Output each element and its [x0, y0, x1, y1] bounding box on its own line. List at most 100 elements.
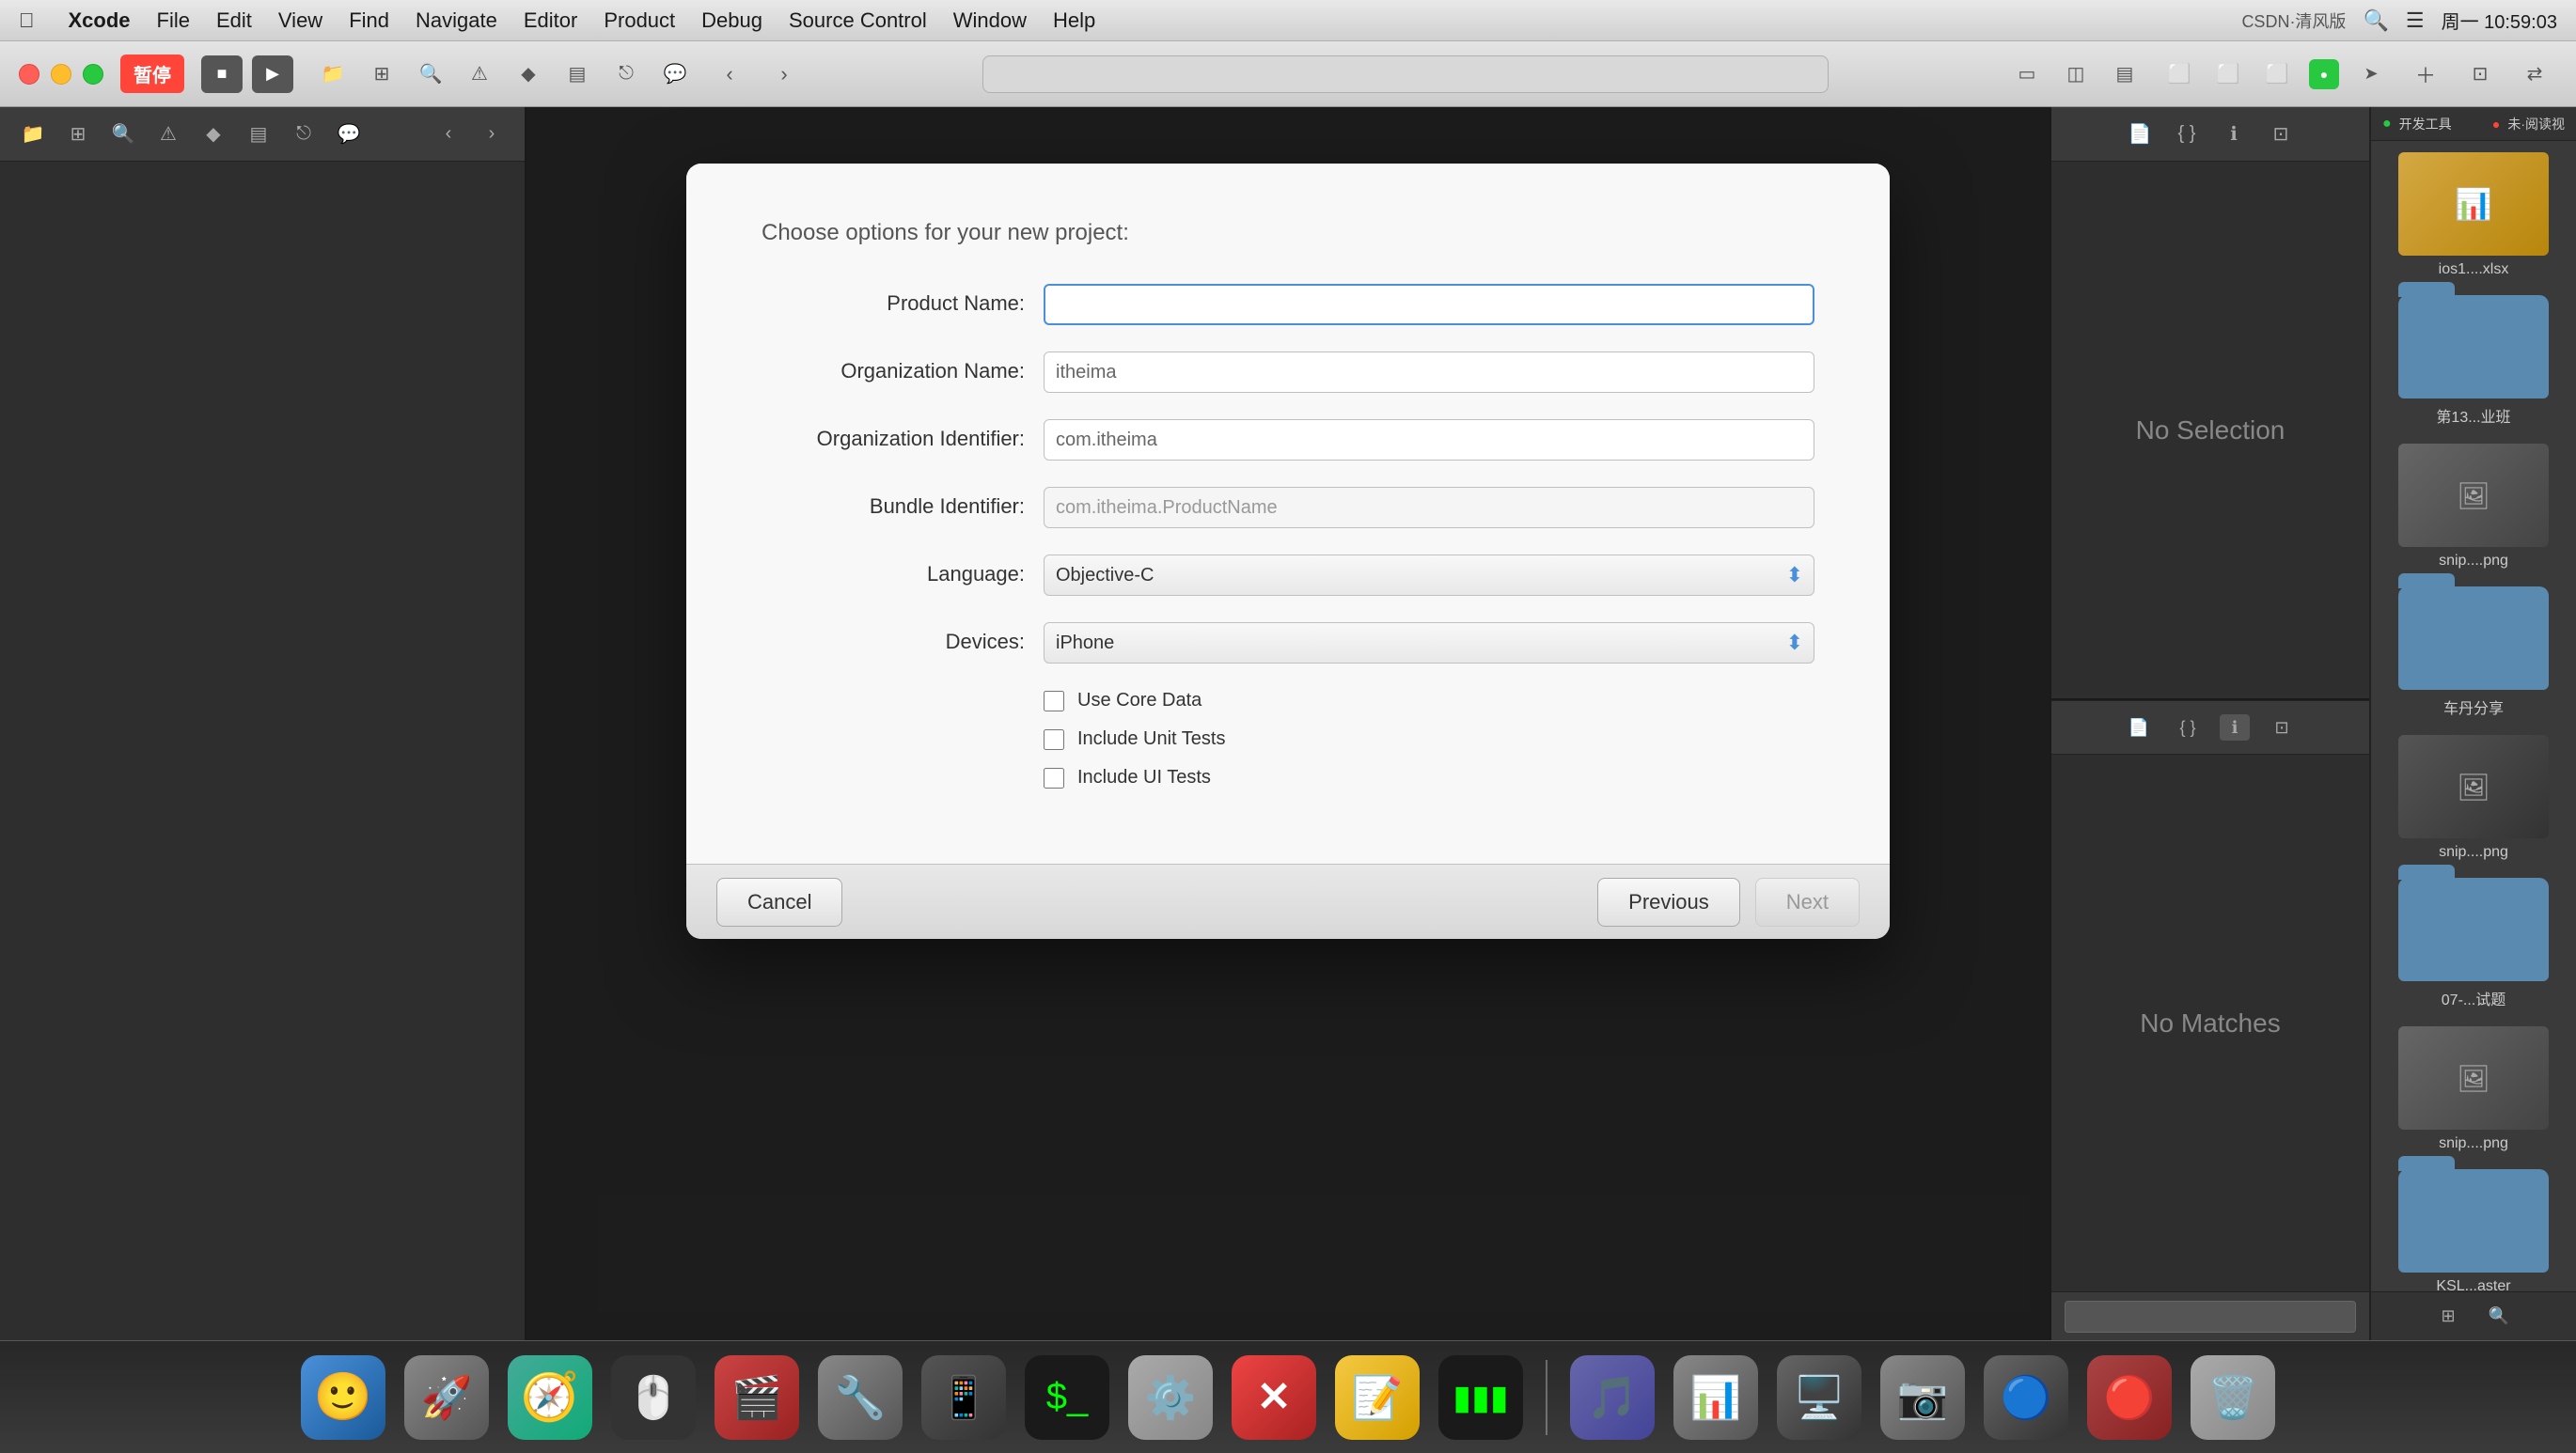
dock-cursor[interactable]: 🖱️ [611, 1355, 696, 1440]
nav-folder-icon[interactable]: 📁 [310, 54, 355, 95]
org-identifier-input[interactable] [1044, 419, 1814, 461]
file-item-folder07[interactable]: 07-...试题 [2379, 878, 2568, 1009]
left-nav-btn-6[interactable]: ▤ [241, 117, 276, 152]
menu-help[interactable]: Help [1053, 8, 1095, 33]
swap-icon[interactable]: ⇄ [2512, 54, 2557, 95]
nav-prev-btn[interactable]: ‹ [431, 117, 466, 152]
run-button[interactable]: ▶ [252, 55, 293, 93]
nav-link-icon[interactable]: ⎋ [604, 54, 649, 95]
product-name-input[interactable] [1044, 284, 1814, 325]
org-name-input[interactable] [1044, 352, 1814, 393]
dock-tools[interactable]: 🔧 [818, 1355, 903, 1440]
rp-bottom-btn-1[interactable]: 📄 [2122, 711, 2156, 744]
file-item-snip2[interactable]: 🖼 snip....png [2379, 735, 2568, 861]
dock-finder[interactable]: 🙂 [301, 1355, 385, 1440]
dock-app2[interactable]: 📊 [1673, 1355, 1758, 1440]
notification-circle[interactable]: ● [2309, 59, 2339, 89]
dock-terminal2[interactable]: ▮▮▮ [1438, 1355, 1523, 1440]
next-button[interactable]: Next [1755, 878, 1860, 927]
menu-product[interactable]: Product [604, 8, 675, 33]
rp-btn-2[interactable]: { } [2170, 117, 2204, 151]
file-item-xlsx[interactable]: 📊 ios1....xlsx [2379, 152, 2568, 278]
dock-notes[interactable]: 📝 [1335, 1355, 1420, 1440]
file-item-folder1[interactable]: 第13...业班 [2379, 295, 2568, 427]
menu-editor[interactable]: Editor [524, 8, 577, 33]
dock-app3[interactable]: 🖥️ [1777, 1355, 1861, 1440]
nav-grid-icon[interactable]: ⊞ [359, 54, 404, 95]
rp-btn-3[interactable]: ℹ [2217, 117, 2251, 151]
nav-forward-button[interactable]: › [762, 54, 807, 95]
menu-edit[interactable]: Edit [216, 8, 252, 33]
left-nav-btn-8[interactable]: 💬 [331, 117, 367, 152]
plus-icon[interactable]: ＋ [2403, 54, 2448, 95]
left-nav-btn-1[interactable]: 📁 [15, 117, 51, 152]
nav-search-icon[interactable]: 🔍 [408, 54, 453, 95]
screen-icon[interactable]: ⊡ [2458, 54, 2503, 95]
toggle-standard-editor[interactable]: ▭ [2004, 54, 2050, 95]
rp-bottom-btn-3[interactable]: ℹ [2220, 714, 2250, 741]
nav-back-button[interactable]: ‹ [707, 54, 752, 95]
left-nav-btn-7[interactable]: ⎋ [286, 117, 322, 152]
toggle-left-panel-btn[interactable]: ⬜ [2157, 54, 2202, 95]
rp-bottom-btn-4[interactable]: ⊡ [2265, 711, 2299, 744]
dock-launchpad[interactable]: 🚀 [404, 1355, 489, 1440]
dock-app4[interactable]: 📷 [1880, 1355, 1965, 1440]
stop-button[interactable]: ■ [201, 55, 243, 93]
left-nav-btn-3[interactable]: 🔍 [105, 117, 141, 152]
far-bottom-btn-2[interactable]: 🔍 [2482, 1300, 2516, 1334]
dock-preferences[interactable]: ⚙️ [1128, 1355, 1213, 1440]
previous-button[interactable]: Previous [1597, 878, 1740, 927]
dock-app1[interactable]: 🎵 [1570, 1355, 1655, 1440]
dock-app6[interactable]: 🔴 [2087, 1355, 2172, 1440]
use-core-data-checkbox[interactable] [1044, 691, 1064, 711]
minimize-button[interactable] [51, 64, 71, 85]
nav-next-btn[interactable]: › [474, 117, 510, 152]
nav-report-icon[interactable]: ▤ [555, 54, 600, 95]
menu-source-control[interactable]: Source Control [789, 8, 927, 33]
arrow-icon[interactable]: ➤ [2348, 54, 2394, 95]
left-nav-btn-4[interactable]: ⚠ [150, 117, 186, 152]
file-item-snip1[interactable]: 🖼 snip....png [2379, 444, 2568, 570]
language-select[interactable]: Objective-C Swift [1044, 555, 1814, 596]
file-item-folder-ksl[interactable]: KSL...aster [2379, 1169, 2568, 1291]
rp-bottom-btn-2[interactable]: { } [2171, 711, 2205, 744]
toggle-bottom-panel-btn[interactable]: ⬜ [2206, 54, 2251, 95]
close-button[interactable] [19, 64, 39, 85]
rp-btn-4[interactable]: ⊡ [2264, 117, 2298, 151]
dock-terminal[interactable]: $_ [1025, 1355, 1109, 1440]
toggle-version-editor[interactable]: ▤ [2102, 54, 2147, 95]
apple-menu[interactable]:  [19, 8, 35, 33]
search-bar[interactable] [982, 55, 1829, 93]
file-item-folder-chetan[interactable]: 车丹分享 [2379, 586, 2568, 718]
menu-navigate[interactable]: Navigate [416, 8, 497, 33]
include-ui-tests-checkbox[interactable] [1044, 768, 1064, 789]
list-icon[interactable]: ☰ [2406, 8, 2425, 33]
rp-btn-1[interactable]: 📄 [2123, 117, 2157, 151]
dock-safari[interactable]: 🧭 [508, 1355, 592, 1440]
menu-file[interactable]: File [157, 8, 190, 33]
left-nav-btn-2[interactable]: ⊞ [60, 117, 96, 152]
dock-app5[interactable]: 🔵 [1984, 1355, 2068, 1440]
dock-phone[interactable]: 📱 [921, 1355, 1006, 1440]
dock-movie[interactable]: 🎬 [715, 1355, 799, 1440]
nav-comment-icon[interactable]: 💬 [652, 54, 698, 95]
menu-debug[interactable]: Debug [701, 8, 762, 33]
maximize-button[interactable] [83, 64, 103, 85]
menu-view[interactable]: View [278, 8, 322, 33]
left-nav-btn-5[interactable]: ◆ [196, 117, 231, 152]
dock-trash[interactable]: 🗑️ [2191, 1355, 2275, 1440]
menu-window[interactable]: Window [953, 8, 1027, 33]
menu-xcode[interactable]: Xcode [69, 8, 131, 33]
file-item-snip3[interactable]: 🖼 snip....png [2379, 1026, 2568, 1152]
cancel-button[interactable]: Cancel [716, 878, 842, 927]
toggle-right-panel-btn[interactable]: ⬜ [2254, 54, 2300, 95]
far-bottom-btn-1[interactable]: ⊞ [2431, 1300, 2465, 1334]
devices-select[interactable]: iPhone iPad Universal [1044, 622, 1814, 664]
toggle-assistant-editor[interactable]: ◫ [2053, 54, 2098, 95]
dock-xmind[interactable]: ✕ [1232, 1355, 1316, 1440]
include-unit-tests-checkbox[interactable] [1044, 729, 1064, 750]
search-icon[interactable]: 🔍 [2363, 8, 2388, 33]
search-bottom-input[interactable] [2065, 1301, 2356, 1333]
menu-find[interactable]: Find [349, 8, 389, 33]
nav-warning-icon[interactable]: ⚠ [457, 54, 502, 95]
